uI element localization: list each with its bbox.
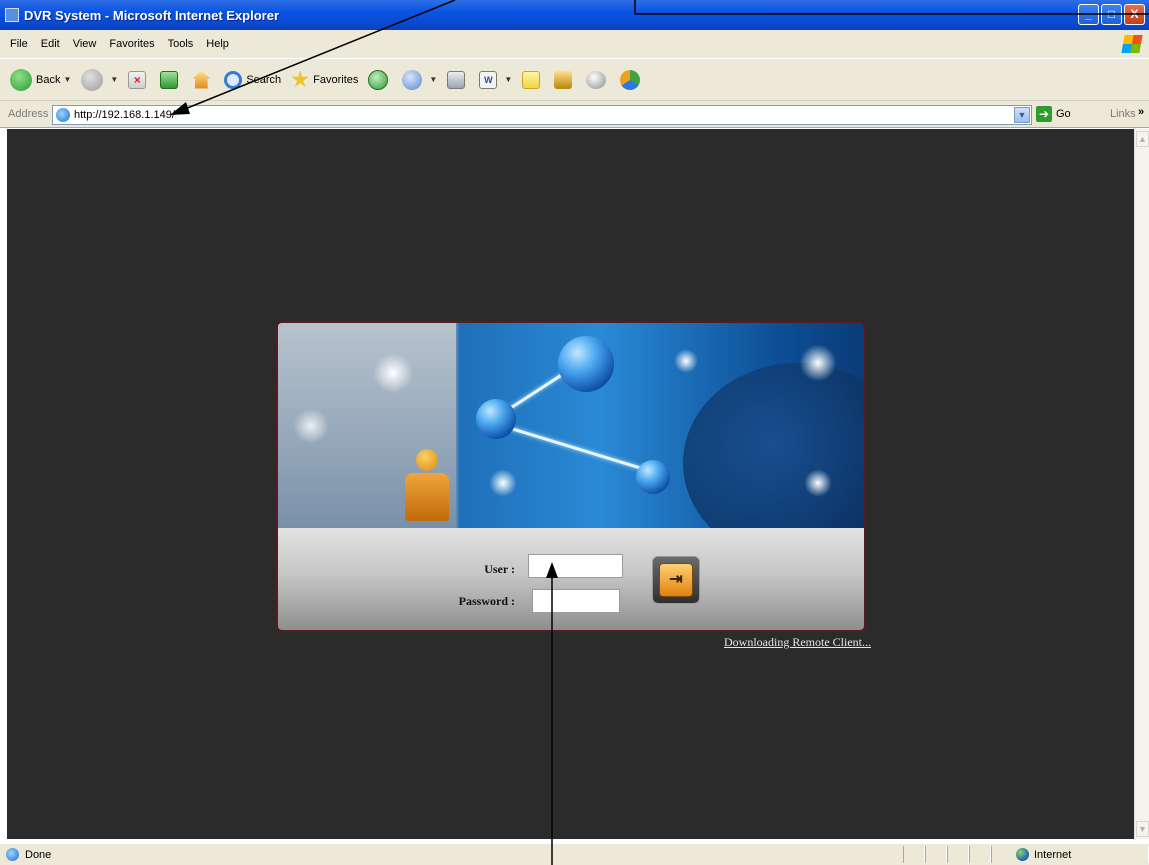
globe-icon xyxy=(1016,848,1029,861)
banner-orb xyxy=(636,460,670,494)
history-icon xyxy=(368,69,389,90)
maximize-button[interactable]: □ xyxy=(1101,4,1122,25)
history-button[interactable] xyxy=(368,69,392,90)
search-button[interactable]: Search xyxy=(224,70,282,89)
user-label: User : xyxy=(484,562,515,576)
favorites-button[interactable]: Favorites xyxy=(291,70,359,89)
chevron-down-icon: ▼ xyxy=(110,75,119,84)
banner-glow xyxy=(798,343,838,383)
user-input[interactable] xyxy=(528,554,623,578)
go-label: Go xyxy=(1056,108,1071,120)
menu-favorites[interactable]: Favorites xyxy=(109,38,154,50)
go-arrow-icon: ➔ xyxy=(1036,106,1052,122)
login-panel: User : Password : ⇥ xyxy=(276,321,866,632)
ie-page-icon xyxy=(56,108,70,122)
page-status-icon xyxy=(6,848,19,861)
note-icon xyxy=(522,70,541,89)
home-button[interactable] xyxy=(192,70,214,89)
chevron-down-icon: ▼ xyxy=(504,75,513,84)
status-text: Done xyxy=(25,848,52,861)
stop-button[interactable]: × xyxy=(128,70,150,89)
scroll-down-icon[interactable]: ▼ xyxy=(1136,821,1149,837)
password-label: Password : xyxy=(458,594,515,608)
login-button[interactable]: ⇥ xyxy=(652,556,700,604)
banner-orb xyxy=(476,399,516,439)
status-panel xyxy=(947,846,969,863)
vertical-scrollbar[interactable]: ▲ ▼ xyxy=(1134,129,1149,839)
banner-glow xyxy=(673,348,699,374)
windows-logo-icon xyxy=(1121,35,1143,53)
links-label[interactable]: Links xyxy=(1110,108,1136,120)
status-bar: Done Internet xyxy=(0,843,1149,865)
address-url: http://192.168.1.149/ xyxy=(74,109,175,121)
word-icon: W xyxy=(479,70,498,89)
back-label: Back xyxy=(36,73,61,86)
discuss-button[interactable] xyxy=(522,70,544,89)
standard-toolbar: Back ▼ ▼ × Search Favorites ▼ W ▼ xyxy=(0,59,1149,101)
banner-orb xyxy=(558,336,614,392)
status-panel xyxy=(903,846,925,863)
address-dropdown-chevron-icon[interactable]: ▼ xyxy=(1014,107,1030,123)
banner-glow xyxy=(373,353,413,393)
menu-help[interactable]: Help xyxy=(206,38,229,50)
chevron-down-icon: ▼ xyxy=(429,75,438,84)
banner-glow xyxy=(803,468,833,498)
menu-edit[interactable]: Edit xyxy=(41,38,60,50)
refresh-button[interactable] xyxy=(160,70,182,89)
forward-arrow-icon xyxy=(81,68,104,91)
back-arrow-icon xyxy=(10,68,32,91)
address-input[interactable]: http://192.168.1.149/ ▼ xyxy=(52,105,1032,125)
search-label: Search xyxy=(246,73,282,86)
login-banner-image xyxy=(278,323,864,563)
banner-glow xyxy=(488,468,518,498)
login-door-icon: ⇥ xyxy=(659,563,693,597)
ie-window-icon xyxy=(5,8,19,22)
home-icon xyxy=(192,70,211,89)
menu-view[interactable]: View xyxy=(73,38,97,50)
user-avatar-body-icon xyxy=(405,473,449,521)
go-button[interactable]: ➔ Go xyxy=(1036,106,1071,122)
user-avatar-head-icon xyxy=(416,449,438,471)
research-button[interactable] xyxy=(554,70,576,89)
menu-bar: File Edit View Favorites Tools Help xyxy=(0,30,1149,59)
scroll-up-icon[interactable]: ▲ xyxy=(1136,131,1149,147)
printer-icon xyxy=(447,70,466,89)
window-title: DVR System - Microsoft Internet Explorer xyxy=(24,7,279,23)
mail-button[interactable]: ▼ xyxy=(402,69,438,90)
menu-tools[interactable]: Tools xyxy=(168,38,194,50)
search-icon xyxy=(224,70,243,89)
title-bar: DVR System - Microsoft Internet Explorer… xyxy=(0,0,1149,30)
messenger-chat-button[interactable] xyxy=(586,70,610,89)
star-icon xyxy=(291,70,309,87)
messenger-icon xyxy=(620,69,641,90)
status-panel xyxy=(969,846,991,863)
stop-icon: × xyxy=(128,70,147,89)
banner-link-beam xyxy=(497,423,652,473)
password-input[interactable] xyxy=(532,589,620,613)
edit-button[interactable]: W ▼ xyxy=(479,70,513,89)
chevron-down-icon: ▼ xyxy=(63,75,72,84)
forward-button[interactable]: ▼ xyxy=(81,68,119,91)
messenger-button[interactable] xyxy=(620,69,644,90)
refresh-icon xyxy=(160,70,179,89)
research-icon xyxy=(554,70,573,89)
menu-file[interactable]: File xyxy=(10,38,28,50)
links-chevron-icon[interactable]: » xyxy=(1138,106,1144,118)
security-zone: Internet xyxy=(1034,848,1072,861)
address-label: Address xyxy=(8,108,49,120)
status-panel xyxy=(925,846,947,863)
banner-glow xyxy=(293,408,329,444)
login-form: User : Password : ⇥ xyxy=(278,528,864,630)
favorites-label: Favorites xyxy=(313,73,359,86)
chat-bubble-icon xyxy=(586,70,607,89)
minimize-button[interactable]: _ xyxy=(1078,4,1099,25)
window-controls: _ □ X xyxy=(1078,4,1145,25)
back-button[interactable]: Back ▼ xyxy=(10,68,72,91)
close-button[interactable]: X xyxy=(1124,4,1145,25)
download-remote-client-link[interactable]: Downloading Remote Client... xyxy=(724,635,871,650)
mail-icon xyxy=(402,69,423,90)
print-button[interactable] xyxy=(447,70,469,89)
address-bar: Address http://192.168.1.149/ ▼ ➔ Go Lin… xyxy=(0,101,1149,128)
